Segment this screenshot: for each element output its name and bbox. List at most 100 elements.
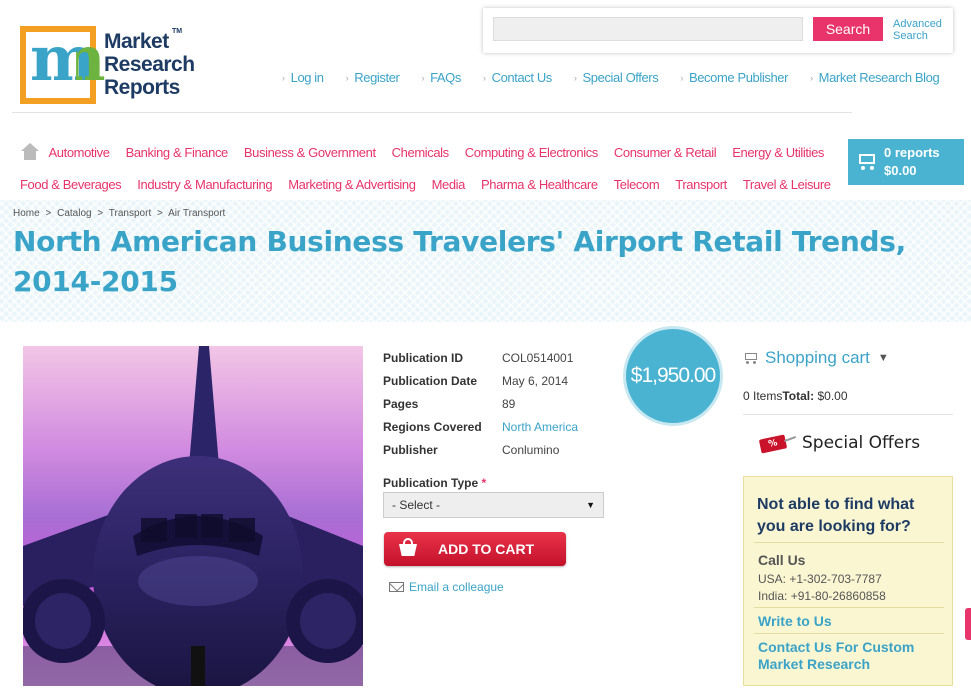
arrow-right-icon: › [810,72,813,83]
phone-india: India: +91-80-26860858 [758,589,886,603]
category-telecom[interactable]: Telecom [614,177,660,192]
write-to-us-link[interactable]: Write to Us [758,613,948,630]
logo-line-2: Research [104,53,195,76]
required-marker: * [481,476,487,490]
email-colleague-link[interactable]: Email a colleague [389,580,504,594]
envelope-icon [389,582,404,592]
help-divider [754,633,944,634]
toplink-label: Register [354,70,400,85]
category-pharma-healthcare[interactable]: Pharma & Healthcare [481,177,598,192]
cart-items-count: 0 Items [743,389,783,403]
arrow-right-icon: › [282,72,285,83]
call-us-heading: Call Us [758,552,806,568]
arrow-right-icon: › [573,72,577,83]
search-button[interactable]: Search [813,17,883,41]
spec-value: COL0514001 [502,350,574,365]
chevron-down-icon: ▼ [877,352,889,364]
spec-value: Conlumino [502,442,560,457]
breadcrumb-sep: > [97,208,104,219]
cart-total-value: $0.00 [814,389,848,403]
contact-custom-research-link[interactable]: Contact Us For Custom Market Research [758,639,948,673]
category-business-government[interactable]: Business & Government [244,145,376,160]
category-automotive[interactable]: Automotive [49,145,110,160]
toplink-become-publisher[interactable]: › Become Publisher [680,70,788,85]
header-cart[interactable]: 0 reports $0.00 [848,139,964,185]
sidebar-divider [743,414,953,415]
page-title: North American Business Travelers' Airpo… [13,225,906,298]
shopping-cart-title: Shopping cart [765,348,870,367]
spec-key: Regions Covered [383,419,482,434]
toplink-label: FAQs [430,70,461,85]
advanced-search-line-2: Search [893,30,928,42]
arrow-right-icon: › [483,72,486,83]
shopping-cart-summary: 0 ItemsTotal: $0.00 [743,389,848,403]
category-consumer-retail[interactable]: Consumer & Retail [614,145,717,160]
breadcrumb-sep: > [157,208,163,219]
toplink-blog[interactable]: › Market Research Blog [810,70,940,85]
logo-text: Market Research Reports [104,30,195,99]
cart-icon [856,152,878,170]
toplink-label: Special Offers [582,70,659,85]
cart-count: 0 reports [884,145,940,160]
category-travel-leisure[interactable]: Travel & Leisure [743,177,831,192]
feedback-tab[interactable] [965,608,971,640]
region-link[interactable]: North America [502,420,578,434]
advanced-search-link[interactable]: Advanced Search [893,18,951,42]
toplink-register[interactable]: › Register [346,70,400,85]
title-band: Home > Catalog > Transport > Air Transpo… [0,200,971,322]
category-chemicals[interactable]: Chemicals [392,145,449,160]
special-offers-link[interactable]: % Special Offers [758,432,920,454]
toplink-login[interactable]: › Log in [282,70,324,85]
breadcrumb-air-transport[interactable]: Air Transport [168,208,225,219]
publication-type-label: Publication Type * [383,476,486,490]
help-title: Not able to find what you are looking fo… [757,496,915,535]
add-to-cart-button[interactable]: ADD TO CART [384,532,566,566]
site-logo[interactable]: m m Market Research Reports TM [20,26,200,106]
header-cart-summary: 0 reports $0.00 [884,144,940,180]
airplane-illustration [23,346,363,686]
cart-icon [743,351,759,365]
category-banking-finance[interactable]: Banking & Finance [126,145,229,160]
logo-mark: m m [20,26,106,104]
category-energy-utilities[interactable]: Energy & Utilities [732,145,824,160]
toplink-faqs[interactable]: › FAQs [421,70,461,85]
toplink-label: Market Research Blog [818,70,940,85]
category-marketing-advertising[interactable]: Marketing & Advertising [288,177,416,192]
category-industry-manufacturing[interactable]: Industry & Manufacturing [137,177,272,192]
spec-key: Publication Date [383,373,478,388]
price-value: $1,950.00 [630,364,716,387]
toplink-label: Become Publisher [688,70,789,85]
category-computing-electronics[interactable]: Computing & Electronics [465,145,599,160]
publication-type-selected: - Select - [392,498,441,512]
spec-value: 89 [502,396,516,411]
category-food-beverages[interactable]: Food & Beverages [20,177,122,192]
search-input[interactable] [493,17,803,41]
spec-row: Publication ID COL0514001 [383,346,578,369]
breadcrumb-transport[interactable]: Transport [109,208,151,219]
price-badge: $1,950.00 [623,326,723,426]
breadcrumb-catalog[interactable]: Catalog [57,208,91,219]
shopping-cart-heading[interactable]: Shopping cart ▼ [743,346,953,370]
cart-total-label: Total: [782,389,815,403]
toplink-contact-us[interactable]: › Contact Us [483,70,552,85]
spec-key: Publisher [383,442,438,457]
category-transport[interactable]: Transport [675,177,727,192]
product-image [23,346,363,686]
help-box: Not able to find what you are looking fo… [743,476,953,686]
category-nav: Automotive Banking & Finance Business & … [20,136,840,200]
price-tag-symbol: % [758,434,788,454]
sidebar-shopping-cart: Shopping cart ▼ 0 ItemsTotal: $0.00 [743,346,953,415]
toplink-special-offers[interactable]: › Special Offers [573,70,659,85]
publication-type-label-text: Publication Type [383,476,479,490]
publication-type-select[interactable]: - Select - ▼ [383,492,604,518]
category-media[interactable]: Media [432,177,466,192]
breadcrumb-home[interactable]: Home [13,208,40,219]
spec-key: Pages [383,396,419,411]
category-row-2: Food & Beverages Industry & Manufacturin… [20,168,840,200]
product-specs: Publication ID COL0514001 Publication Dat… [383,346,578,461]
spec-value: May 6, 2014 [502,373,569,388]
basket-icon [396,538,424,560]
home-icon[interactable] [20,143,39,161]
arrow-right-icon: › [345,72,349,83]
category-row-1: Automotive Banking & Finance Business & … [20,136,840,168]
